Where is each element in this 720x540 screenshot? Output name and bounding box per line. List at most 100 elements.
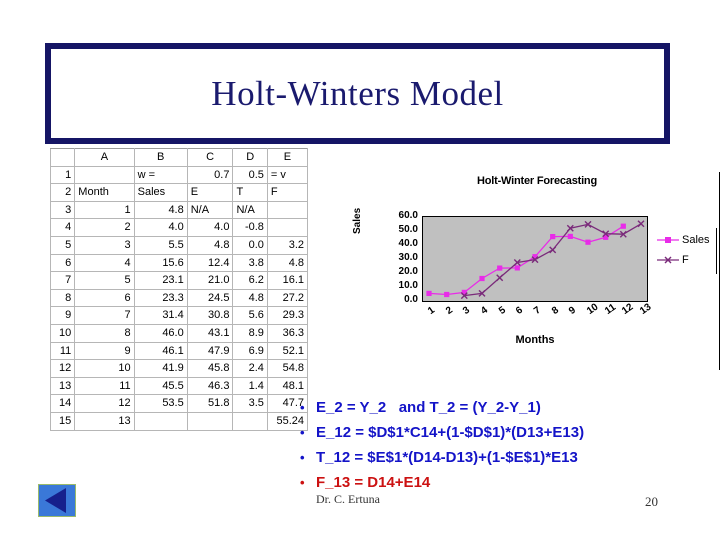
chart-plot-area bbox=[422, 216, 648, 302]
legend-label: Sales bbox=[682, 234, 710, 246]
legend-label: F bbox=[682, 254, 689, 266]
chart-legend: Sales F bbox=[656, 230, 718, 270]
table-cell: 53.5 bbox=[133, 394, 188, 413]
chart-marker-sales bbox=[497, 265, 503, 271]
column-header: B bbox=[133, 148, 188, 167]
chart-line-sales bbox=[428, 225, 624, 296]
column-header: A bbox=[74, 148, 135, 167]
x-axis-tick: 10 bbox=[585, 301, 601, 318]
chart-x-axis-label: Months bbox=[515, 334, 555, 346]
bullet-dot-icon: • bbox=[300, 400, 305, 415]
spreadsheet-table: ABCDE1w = 0.7 0.5 = v 2 Month Sales E T F 3 1 4.8 N/A… bbox=[49, 148, 309, 431]
table-cell: T bbox=[232, 183, 268, 202]
table-cell: 0.5 bbox=[232, 165, 268, 185]
table-cell bbox=[232, 411, 268, 431]
table-cell: 45.8 bbox=[186, 359, 234, 378]
table-cell: 7 bbox=[74, 306, 135, 325]
table-cell: E bbox=[186, 183, 234, 202]
chart-marker-sales bbox=[585, 239, 591, 245]
bullet-item: • E_12 = $D$1*C14+(1-$D$1)*(D13+E13) bbox=[300, 423, 710, 445]
chart-y-axis-label: Sales bbox=[352, 207, 363, 234]
table-cell: 47.9 bbox=[186, 341, 234, 361]
table-cell: 11 bbox=[74, 376, 135, 396]
table-cell: 45.5 bbox=[133, 376, 188, 396]
chart-y-axis-ticks: 60.0 50.0 40.0 30.0 20.0 10.0 0.0 bbox=[380, 172, 418, 352]
chart-marker-sales bbox=[479, 275, 485, 282]
bullet-item: • T_12 = $E$1*(D14-D13)+(1-$E$1)*E13 bbox=[300, 448, 710, 470]
holt-winter-chart: Holt-Winter Forecasting Sales 60.0 50.0 40… bbox=[352, 172, 720, 370]
table-cell: 46.0 bbox=[133, 323, 188, 343]
column-header: D bbox=[232, 148, 268, 167]
table-row: 5 3 5.5 4.8 0.0 3.2 bbox=[49, 235, 309, 255]
table-cell: 51.8 bbox=[186, 394, 234, 413]
bullet-text: E_12 = $D$1*C14+(1-$D$1)*(D13+E13) bbox=[316, 424, 585, 441]
table-cell: 12 bbox=[74, 394, 135, 413]
bullet-text: F_13 = D14+E14 bbox=[316, 474, 431, 491]
table-row: 1 w = 0.7 0.5 = v bbox=[49, 165, 309, 185]
table-cell bbox=[133, 411, 188, 431]
table-cell: Sales bbox=[133, 183, 188, 202]
row-number-cell: 6 bbox=[49, 253, 76, 273]
table-row: 15 13 55.24 bbox=[49, 411, 309, 431]
x-axis-tick: 2 bbox=[443, 304, 455, 318]
table-cell: F bbox=[266, 183, 309, 202]
table-cell: 4.8 bbox=[186, 235, 234, 255]
table-cell: 13 bbox=[74, 411, 135, 431]
bullet-item: • E_2 = Y_2 and T_2 = (Y_2-Y_1) bbox=[300, 398, 710, 420]
table-cell: 23.3 bbox=[133, 288, 188, 308]
table-cell: 2.4 bbox=[232, 359, 268, 378]
row-number-cell: 9 bbox=[49, 306, 76, 325]
table-row: 10 8 46.0 43.1 8.9 36.3 bbox=[49, 323, 309, 343]
chart-marker-f bbox=[549, 246, 557, 254]
legend-divider bbox=[716, 228, 717, 274]
y-axis-tick: 20.0 bbox=[398, 266, 418, 277]
table-cell: 46.3 bbox=[186, 376, 234, 396]
column-header bbox=[49, 148, 76, 167]
table-row: 7 5 23.1 21.0 6.2 16.1 bbox=[49, 271, 309, 290]
table-cell: 24.5 bbox=[186, 288, 234, 308]
column-header: E bbox=[266, 148, 309, 167]
chart-marker-sales bbox=[514, 265, 520, 271]
table-cell bbox=[186, 411, 234, 431]
row-number-cell: 14 bbox=[49, 394, 76, 413]
page-title: Holt-Winters Model bbox=[211, 73, 504, 113]
table-cell: 4.0 bbox=[186, 218, 234, 237]
column-header: C bbox=[186, 148, 234, 167]
table-cell: 6.9 bbox=[232, 341, 268, 361]
row-number-cell: 13 bbox=[49, 376, 76, 396]
row-number-cell: 12 bbox=[49, 359, 76, 378]
legend-item-f: F bbox=[656, 250, 718, 270]
table-cell: 1.4 bbox=[232, 376, 268, 396]
table-cell: 3 bbox=[74, 235, 135, 255]
table-cell: 15.6 bbox=[133, 253, 188, 273]
x-axis-tick: 9 bbox=[567, 304, 579, 318]
table-cell: -0.8 bbox=[232, 218, 268, 237]
chart-series-svg bbox=[426, 220, 645, 300]
y-axis-tick: 0.0 bbox=[404, 294, 418, 305]
row-number-cell: 10 bbox=[49, 323, 76, 343]
bullet-dot-icon: • bbox=[300, 425, 305, 440]
table-cell: 54.8 bbox=[266, 359, 309, 378]
back-nav-button[interactable] bbox=[38, 484, 76, 517]
row-number-cell: 2 bbox=[49, 183, 76, 202]
table-cell: w = bbox=[133, 165, 188, 185]
table-cell: 4.8 bbox=[133, 200, 188, 220]
table-cell: 16.1 bbox=[266, 271, 309, 290]
chart-title: Holt-Winter Forecasting bbox=[477, 175, 597, 187]
y-axis-tick: 60.0 bbox=[398, 210, 418, 221]
table-cell: 6.2 bbox=[232, 271, 268, 290]
table-row: 12 10 41.9 45.8 2.4 54.8 bbox=[49, 359, 309, 378]
row-number-cell: 8 bbox=[49, 288, 76, 308]
y-axis-tick: 10.0 bbox=[398, 280, 418, 291]
table-cell: Month bbox=[74, 183, 135, 202]
table-row: 11 9 46.1 47.9 6.9 52.1 bbox=[49, 341, 309, 361]
x-axis-tick: 7 bbox=[532, 304, 543, 318]
table-row: 8 6 23.3 24.5 4.8 27.2 bbox=[49, 288, 309, 308]
x-axis-tick: 3 bbox=[461, 304, 473, 318]
table-cell: 43.1 bbox=[186, 323, 234, 343]
x-axis-tick: 8 bbox=[549, 304, 561, 318]
table-cell: 6 bbox=[74, 288, 135, 308]
bullet-text: T_12 = $E$1*(D14-D13)+(1-$E$1)*E13 bbox=[316, 449, 578, 466]
table-cell: 23.1 bbox=[133, 271, 188, 290]
table-cell: 2 bbox=[74, 218, 135, 237]
